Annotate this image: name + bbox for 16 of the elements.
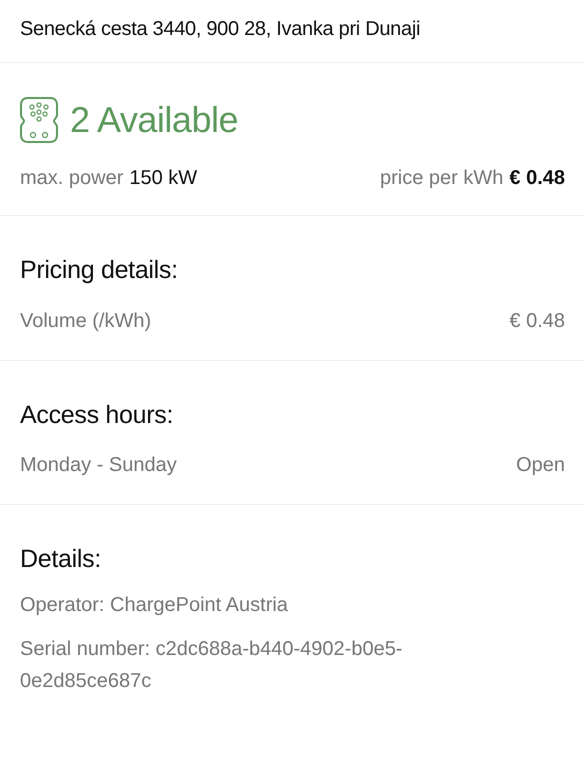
connector-icon [20, 96, 58, 144]
detail-value: Open [516, 453, 565, 478]
detail-label: Monday - Sunday [20, 453, 177, 478]
detail-label: Volume (/kWh) [20, 308, 152, 334]
detail-value: € 0.48 [509, 308, 565, 334]
detail-text: Serial number: c2dc688a-b440-4902-b0e5-0e2d85ce687c [20, 636, 404, 694]
max-power-label: max. power [20, 166, 124, 191]
address-text: Senecká cesta 3440, 900 28, Ivanka pri Dunaji [20, 17, 422, 42]
section-heading: Pricing details: [20, 255, 179, 286]
max-power-value: 150 kW [129, 166, 198, 191]
availability-status: 2 Available [70, 98, 238, 142]
price-label: price per kWh [380, 166, 504, 191]
price-value: € 0.48 [509, 166, 565, 191]
detail-text: Operator: ChargePoint Austria [20, 592, 289, 618]
section-heading: Access hours: [20, 400, 174, 430]
section-heading: Details: [20, 544, 102, 575]
